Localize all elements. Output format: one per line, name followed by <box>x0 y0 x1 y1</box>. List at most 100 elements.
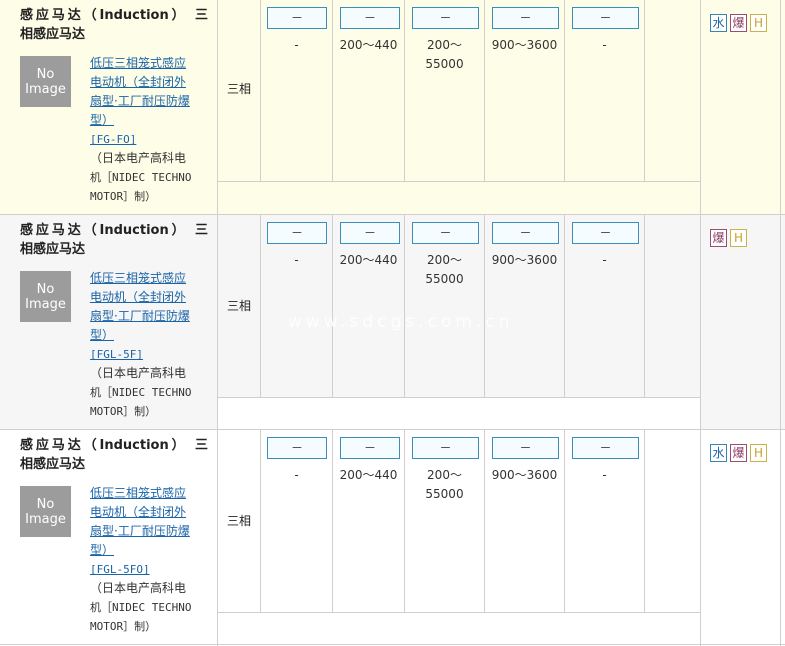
column-divider <box>700 0 701 214</box>
product-title-line2: 相感应马达 <box>20 242 86 257</box>
product-row-1: 感应马达（Induction） 三 相感应马达 No Image 低压三相笼式感… <box>0 0 785 214</box>
filter-input-2[interactable]: － <box>340 222 400 244</box>
value-speed: 900～3600 <box>491 468 558 482</box>
h-badge: H <box>750 14 767 32</box>
product-title: 感应马达（Induction） 三 <box>20 8 208 23</box>
product-link-line2[interactable]: 电动机（全封闭外 <box>90 503 216 522</box>
product-desc: 低压三相笼式感应 电动机（全封闭外 扇型·工厂耐压防爆 型） [FGL-5F] … <box>90 269 216 421</box>
column-divider <box>780 0 781 214</box>
product-link-line2[interactable]: 电动机（全封闭外 <box>90 288 216 307</box>
maker-line3: MOTOR］制） <box>90 620 157 633</box>
value-col5: - <box>602 253 607 267</box>
value-voltage: 200～440 <box>339 253 398 267</box>
product-link-line3[interactable]: 扇型·工厂耐压防爆 <box>90 92 216 111</box>
no-image-placeholder: No Image <box>20 56 71 107</box>
maker-line1: （日本电产高科电 <box>90 581 187 595</box>
product-row-3: 感应马达（Induction） 三 相感应马达 No Image 低压三相笼式感… <box>0 429 785 646</box>
phase-label: 三相 <box>226 82 251 96</box>
maker-line1: （日本电产高科电 <box>90 366 187 380</box>
no-image-text-1: No <box>36 66 55 82</box>
product-link-line1[interactable]: 低压三相笼式感应 <box>90 484 216 503</box>
water-badge: 水 <box>710 444 727 462</box>
column-divider <box>644 0 645 182</box>
product-link-line4[interactable]: 型） <box>90 326 216 345</box>
product-code-link[interactable]: [FGL-5F] <box>90 345 216 364</box>
product-title-line2: 相感应马达 <box>20 27 86 42</box>
filter-input-4[interactable]: － <box>492 7 559 29</box>
filter-input-5[interactable]: － <box>572 7 639 29</box>
filter-input-4[interactable]: － <box>492 222 559 244</box>
watermark: www.sdcgs.com.cn <box>288 312 514 332</box>
column-divider <box>564 0 565 182</box>
column-divider <box>644 215 645 397</box>
filter-input-5[interactable]: － <box>572 222 639 244</box>
h-badge: H <box>730 229 747 247</box>
value-speed: 900～3600 <box>491 253 558 267</box>
filter-input-1[interactable]: － <box>267 437 327 459</box>
filter-input-4[interactable]: － <box>492 437 559 459</box>
explosion-proof-badge: 爆 <box>710 229 727 247</box>
product-link-line3[interactable]: 扇型·工厂耐压防爆 <box>90 522 216 541</box>
phase-label: 三相 <box>226 299 251 313</box>
product-title: 感应马达（Induction） 三 <box>20 438 208 453</box>
value-power-line2: 55000 <box>425 487 464 501</box>
no-image-text-2: Image <box>25 296 66 312</box>
badge-group: 水 爆 H <box>710 14 767 32</box>
badge-group: 水 爆 H <box>710 444 767 462</box>
value-power: 200～ 55000 <box>405 251 484 289</box>
product-link-line2[interactable]: 电动机（全封闭外 <box>90 73 216 92</box>
product-code-link[interactable]: [FG-FO] <box>90 130 216 149</box>
product-cell: 感应马达（Induction） 三 相感应马达 <box>12 430 216 474</box>
column-divider <box>260 0 261 182</box>
column-divider <box>332 430 333 612</box>
product-title: 感应马达（Induction） 三 <box>20 223 208 238</box>
filter-input-3[interactable]: － <box>412 222 479 244</box>
product-link-line1[interactable]: 低压三相笼式感应 <box>90 269 216 288</box>
value-voltage: 200～440 <box>339 468 398 482</box>
no-image-placeholder: No Image <box>20 486 71 537</box>
value-power-line1: 200～ <box>427 38 462 52</box>
no-image-text-2: Image <box>25 511 66 527</box>
value-power-line2: 55000 <box>425 57 464 71</box>
value-col1: - <box>294 38 299 52</box>
value-power-line2: 55000 <box>425 272 464 286</box>
explosion-proof-badge: 爆 <box>730 444 747 462</box>
value-voltage: 200～440 <box>339 38 398 52</box>
filter-input-3[interactable]: － <box>412 437 479 459</box>
column-divider <box>404 0 405 182</box>
filter-input-2[interactable]: － <box>340 7 400 29</box>
no-image-text-2: Image <box>25 81 66 97</box>
product-link-line3[interactable]: 扇型·工厂耐压防爆 <box>90 307 216 326</box>
product-code-link[interactable]: [FGL-5FO] <box>90 560 216 579</box>
filter-input-1[interactable]: － <box>267 222 327 244</box>
product-link-line1[interactable]: 低压三相笼式感应 <box>90 54 216 73</box>
filter-input-1[interactable]: － <box>267 7 327 29</box>
column-divider <box>780 215 781 430</box>
value-col5: - <box>602 38 607 52</box>
column-divider <box>332 215 333 397</box>
product-cell: 感应马达（Induction） 三 相感应马达 <box>12 215 216 259</box>
column-divider <box>700 215 701 430</box>
explosion-proof-badge: 爆 <box>730 14 747 32</box>
no-image-text-1: No <box>36 496 55 512</box>
product-desc: 低压三相笼式感应 电动机（全封闭外 扇型·工厂耐压防爆 型） [FGL-5FO]… <box>90 484 216 636</box>
filter-input-2[interactable]: － <box>340 437 400 459</box>
maker-line3: MOTOR］制） <box>90 405 157 418</box>
value-speed: 900～3600 <box>491 38 558 52</box>
water-badge: 水 <box>710 14 727 32</box>
product-link-line4[interactable]: 型） <box>90 541 216 560</box>
column-divider <box>484 0 485 182</box>
phase-label: 三相 <box>226 514 251 528</box>
maker-line3: MOTOR］制） <box>90 190 157 203</box>
product-link-line4[interactable]: 型） <box>90 111 216 130</box>
value-power-line1: 200～ <box>427 468 462 482</box>
no-image-placeholder: No Image <box>20 271 71 322</box>
value-power-line1: 200～ <box>427 253 462 267</box>
column-divider <box>332 0 333 182</box>
value-power: 200～ 55000 <box>405 466 484 504</box>
row-divider <box>218 181 700 182</box>
value-col5: - <box>602 468 607 482</box>
filter-input-5[interactable]: － <box>572 437 639 459</box>
filter-input-3[interactable]: － <box>412 7 479 29</box>
empty-cell <box>218 398 700 430</box>
